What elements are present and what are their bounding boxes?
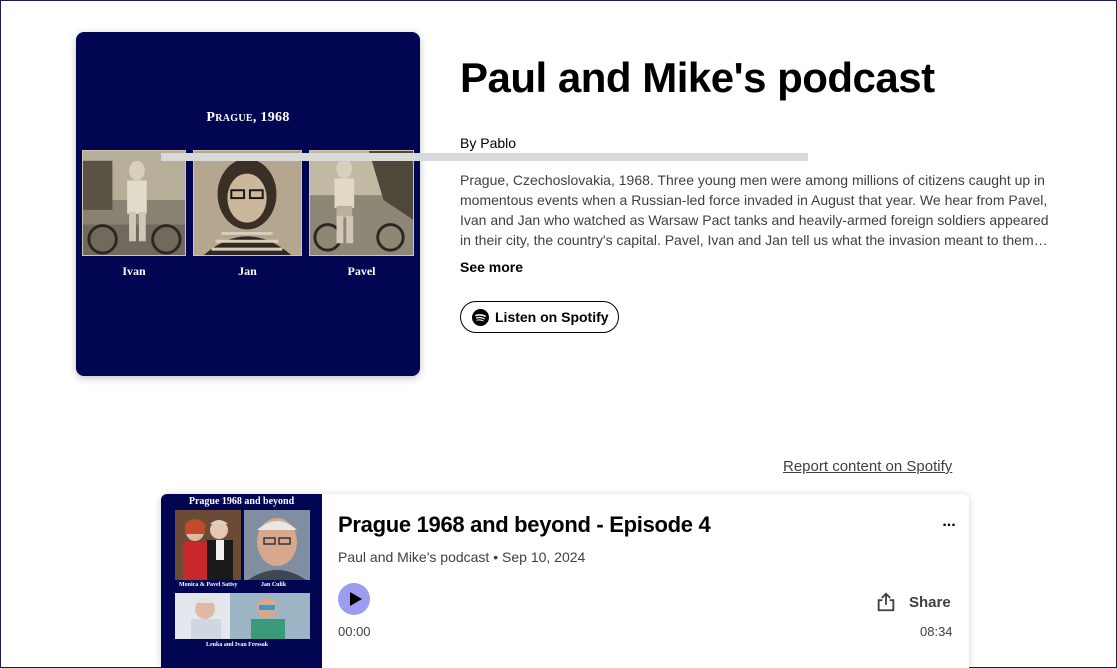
- episode-art-title: Prague 1968 and beyond: [188, 496, 295, 507]
- show-description: Prague, Czechoslovakia, 1968. Three youn…: [460, 172, 1049, 248]
- more-options-icon[interactable]: ...: [939, 514, 959, 536]
- episode-title[interactable]: Prague 1968 and beyond - Episode 4: [338, 512, 711, 538]
- cover-label-pavel: Pavel: [347, 264, 376, 278]
- episode-meta: Paul and Mike's podcast • Sep 10, 2024: [338, 549, 585, 565]
- share-button[interactable]: Share: [875, 590, 951, 614]
- current-time: 00:00: [338, 624, 371, 639]
- listen-on-spotify-label: Listen on Spotify: [495, 309, 609, 325]
- share-label: Share: [909, 593, 951, 611]
- cover-label-jan: Jan: [238, 264, 257, 278]
- cover-photo-pavel: [309, 150, 414, 256]
- show-title: Paul and Mike's podcast: [460, 54, 935, 101]
- playback-progress-bar[interactable]: [161, 153, 808, 161]
- episode-show-name[interactable]: Paul and Mike's podcast: [338, 549, 489, 565]
- play-button[interactable]: [338, 583, 370, 615]
- total-duration: 08:34: [920, 624, 953, 639]
- cover-photo-jan: [193, 150, 302, 256]
- episode-date: Sep 10, 2024: [502, 549, 586, 565]
- spotify-icon: [472, 308, 489, 326]
- episode-art-photo-lenka-ivan: [175, 593, 310, 639]
- episode-art-caption-1: Monica & Pavel Sattsy: [179, 582, 238, 588]
- episode-art-photo-couple: [175, 510, 241, 580]
- see-more-button[interactable]: See more: [460, 259, 523, 275]
- share-icon: [877, 592, 895, 612]
- play-icon: [349, 592, 362, 606]
- cover-label-ivan: Ivan: [122, 264, 146, 278]
- episode-art: Prague 1968 and beyond Monica & Pavel Sa…: [161, 494, 322, 668]
- cover-photo-ivan: [82, 150, 186, 256]
- listen-on-spotify-button[interactable]: Listen on Spotify: [460, 301, 619, 333]
- show-author: By Pablo: [460, 135, 517, 151]
- episode-card: Prague 1968 and beyond Monica & Pavel Sa…: [161, 494, 969, 668]
- meta-separator: •: [489, 549, 503, 565]
- report-content-link[interactable]: Report content on Spotify: [783, 458, 952, 475]
- episode-art-caption-2: Jan Culik: [261, 582, 287, 588]
- show-cover-art: Prague, 1968 Ivan Jan Pavel: [76, 32, 420, 376]
- episode-art-photo-jan: [244, 510, 310, 580]
- episode-art-caption-3: Lenka and Ivan Fressak: [206, 642, 269, 648]
- cover-title: Prague, 1968: [206, 110, 290, 125]
